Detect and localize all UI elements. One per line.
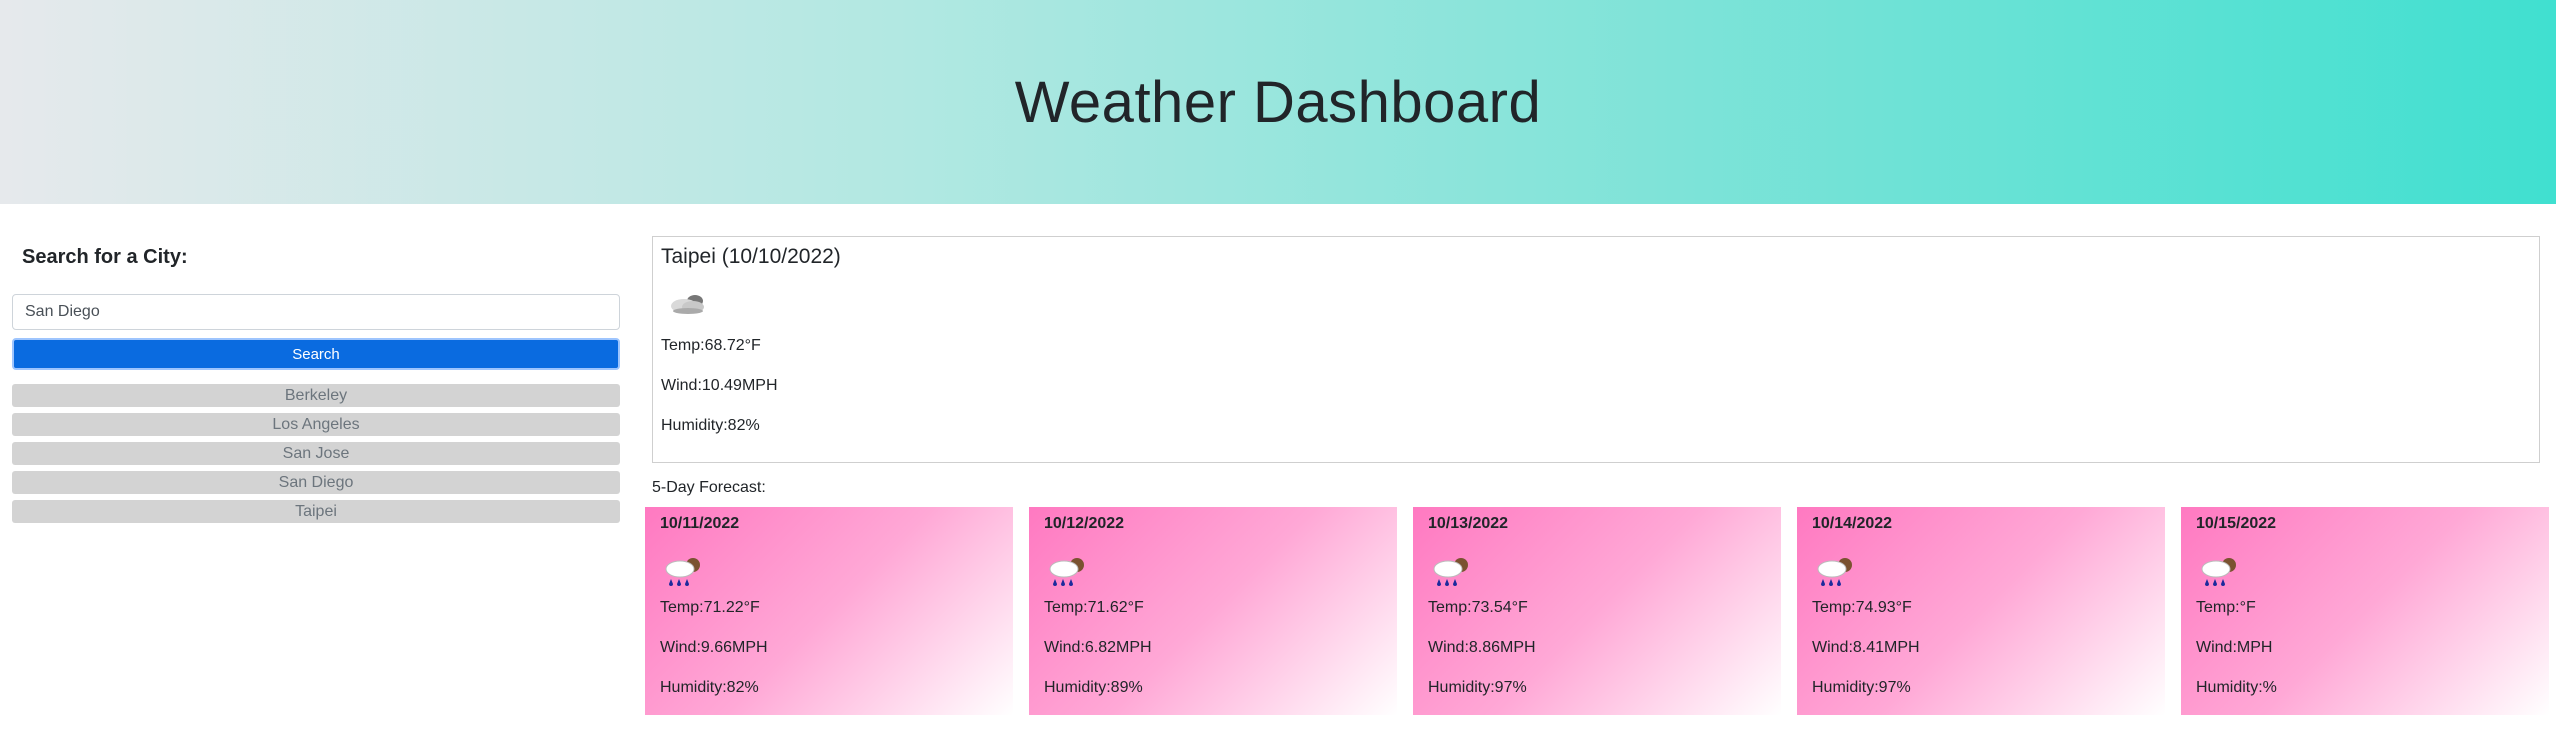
history-item-san-jose[interactable]: San Jose [12, 442, 620, 465]
forecast-humidity: Humidity:97% [1428, 679, 1527, 696]
forecast-card: 10/11/2022 Temp:71.22°F Wind:9.66MPH Hum… [645, 507, 1013, 715]
rain-cloud-icon [1813, 555, 1857, 589]
current-temp: Temp:68.72°F [661, 337, 761, 354]
forecast-temp: Temp:71.22°F [660, 599, 760, 616]
forecast-date: 10/11/2022 [660, 515, 740, 532]
forecast-card: 10/12/2022 Temp:71.62°F Wind:6.82MPH Hum… [1029, 507, 1397, 715]
forecast-card: 10/13/2022 Temp:73.54°F Wind:8.86MPH Hum… [1413, 507, 1781, 715]
city-search-input[interactable] [12, 294, 620, 330]
forecast-wind: Wind:8.41MPH [1812, 639, 1920, 656]
forecast-wind: Wind:6.82MPH [1044, 639, 1152, 656]
forecast-card: 10/15/2022 Temp:°F Wind:MPH Humidity:% [2181, 507, 2549, 715]
page-title: Weather Dashboard [1014, 69, 1542, 135]
search-sidebar: Search for a City: Search Berkeley Los A… [12, 236, 622, 523]
forecast-humidity: Humidity:82% [660, 679, 759, 696]
search-heading: Search for a City: [22, 246, 188, 268]
page-header: Weather Dashboard [0, 0, 2556, 204]
rain-cloud-icon [1045, 555, 1089, 589]
forecast-temp: Temp:73.54°F [1428, 599, 1528, 616]
history-item-berkeley[interactable]: Berkeley [12, 384, 620, 407]
history-item-taipei[interactable]: Taipei [12, 500, 620, 523]
forecast-wind: Wind:MPH [2196, 639, 2273, 656]
search-history-list: Berkeley Los Angeles San Jose San Diego … [12, 384, 620, 529]
cloudy-night-icon [667, 289, 711, 319]
forecast-date: 10/15/2022 [2196, 515, 2277, 532]
forecast-humidity: Humidity:89% [1044, 679, 1143, 696]
forecast-temp: Temp:71.62°F [1044, 599, 1144, 616]
forecast-date: 10/13/2022 [1428, 515, 1509, 532]
forecast-wind: Wind:8.86MPH [1428, 639, 1536, 656]
current-city-title: Taipei (10/10/2022) [661, 245, 841, 268]
rain-cloud-icon [661, 555, 705, 589]
current-wind: Wind:10.49MPH [661, 377, 778, 394]
forecast-wind: Wind:9.66MPH [660, 639, 768, 656]
forecast-date: 10/12/2022 [1044, 515, 1125, 532]
current-weather-panel: Taipei (10/10/2022) Temp:68.72°F Wind:10… [652, 236, 2540, 463]
forecast-humidity: Humidity:% [2196, 679, 2277, 696]
forecast-temp: Temp:74.93°F [1812, 599, 1912, 616]
forecast-humidity: Humidity:97% [1812, 679, 1911, 696]
forecast-heading: 5-Day Forecast: [652, 479, 766, 496]
history-item-san-diego[interactable]: San Diego [12, 471, 620, 494]
rain-cloud-icon [1429, 555, 1473, 589]
search-button[interactable]: Search [12, 338, 620, 370]
forecast-date: 10/14/2022 [1812, 515, 1893, 532]
forecast-cards: 10/11/2022 Temp:71.22°F Wind:9.66MPH Hum… [645, 507, 2550, 715]
rain-cloud-icon [2197, 555, 2241, 589]
current-humidity: Humidity:82% [661, 417, 760, 434]
history-item-los-angeles[interactable]: Los Angeles [12, 413, 620, 436]
forecast-temp: Temp:°F [2196, 599, 2256, 616]
forecast-card: 10/14/2022 Temp:74.93°F Wind:8.41MPH Hum… [1797, 507, 2165, 715]
